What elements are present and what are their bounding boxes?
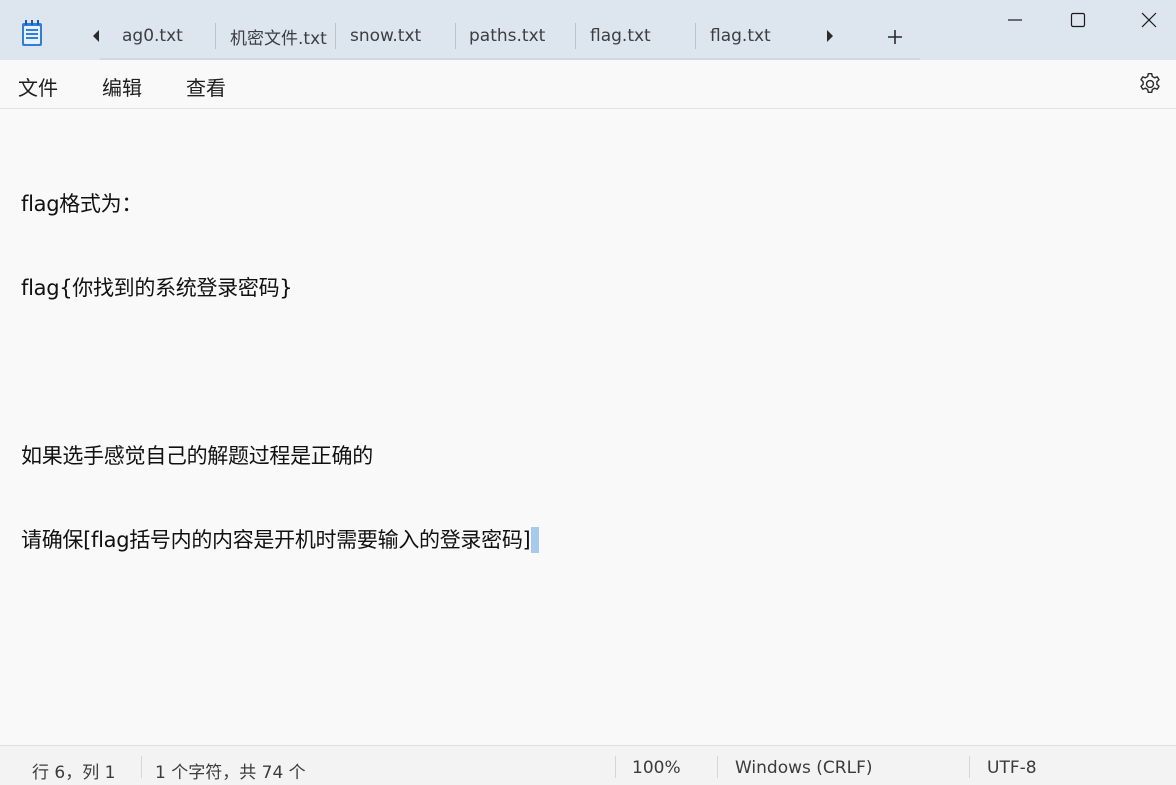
plus-icon [888, 30, 902, 44]
tab-label: ag0.txt [122, 26, 183, 46]
text-editor[interactable]: flag格式为： flag{你找到的系统登录密码} 如果选手感觉自己的解题过程是… [0, 110, 1176, 745]
editor-line: 如果选手感觉自己的解题过程是正确的 [21, 444, 373, 468]
cursor-position[interactable]: 行 6，列 1 [32, 758, 115, 783]
new-tab-button[interactable] [882, 24, 908, 50]
close-icon [1141, 12, 1157, 28]
tab-label: snow.txt [350, 26, 422, 46]
tab-scroll-left-button[interactable] [86, 26, 106, 46]
tab-flag-2[interactable]: flag.txt [710, 14, 771, 58]
minimize-icon [1008, 19, 1022, 21]
menu-edit[interactable]: 编辑 [102, 72, 142, 101]
zoom-level[interactable]: 100% [632, 758, 681, 778]
tab-divider [575, 23, 576, 49]
notepad-window: ag0.txt 机密文件.txt snow.txt paths.txt flag… [0, 0, 1176, 785]
caret-left-icon [93, 30, 99, 42]
tab-strip: ag0.txt 机密文件.txt snow.txt paths.txt flag… [112, 14, 812, 58]
status-divider [141, 756, 142, 778]
tab-divider [455, 23, 456, 49]
tab-label: flag.txt [710, 26, 771, 46]
maximize-icon [1070, 12, 1086, 28]
editor-line-text: 请确保[flag括号内的内容是开机时需要输入的登录密码] [21, 528, 531, 552]
menu-file[interactable]: 文件 [18, 72, 58, 101]
status-bar: 行 6，列 1 1 个字符，共 74 个 100% Windows (CRLF)… [0, 745, 1176, 785]
status-divider [717, 756, 718, 778]
tab-ag0[interactable]: ag0.txt [122, 14, 183, 58]
tab-paths[interactable]: paths.txt [469, 14, 545, 58]
tab-snow[interactable]: snow.txt [350, 14, 421, 58]
tab-label: 机密文件.txt [230, 28, 327, 49]
status-divider [615, 756, 616, 778]
tab-secret-file[interactable]: 机密文件.txt [230, 14, 327, 58]
editor-line-last: 请确保[flag括号内的内容是开机时需要输入的登录密码] [21, 526, 1141, 554]
tab-divider [335, 23, 336, 49]
tab-scroll-right-button[interactable] [820, 26, 840, 46]
tab-divider [695, 23, 696, 49]
editor-line: flag{你找到的系统登录密码} [21, 276, 293, 300]
tab-label: flag.txt [590, 26, 651, 46]
line-ending[interactable]: Windows (CRLF) [735, 758, 873, 778]
minimize-button[interactable] [980, 0, 1050, 40]
menu-view[interactable]: 查看 [186, 72, 226, 101]
encoding[interactable]: UTF-8 [987, 758, 1037, 778]
text-selection [531, 527, 540, 553]
editor-content[interactable]: flag格式为： flag{你找到的系统登录密码} 如果选手感觉自己的解题过程是… [21, 134, 1141, 610]
title-bar: ag0.txt 机密文件.txt snow.txt paths.txt flag… [0, 0, 1176, 60]
tab-label: paths.txt [469, 26, 546, 46]
caret-right-icon [827, 30, 833, 42]
character-count: 1 个字符，共 74 个 [155, 763, 306, 783]
notepad-icon [22, 20, 42, 46]
tab-flag[interactable]: flag.txt [590, 14, 651, 58]
maximize-button[interactable] [1043, 0, 1113, 40]
editor-line: flag格式为： [21, 192, 143, 216]
gear-icon[interactable] [1137, 71, 1163, 97]
close-button[interactable] [1114, 0, 1176, 40]
status-divider [969, 756, 970, 778]
tab-divider [215, 23, 216, 49]
menu-bar: 文件 编辑 查看 [0, 60, 1176, 109]
